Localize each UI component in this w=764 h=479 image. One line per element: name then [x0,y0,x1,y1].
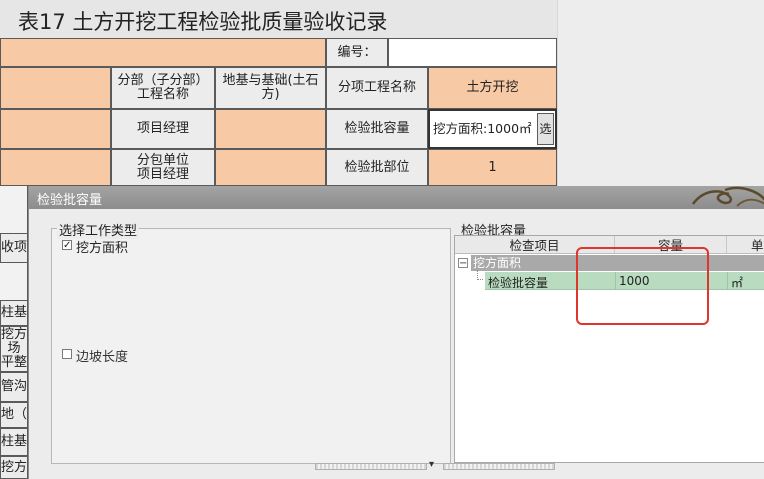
left-clip-item: 柱基 [0,300,28,326]
batch-capacity-dialog: 检验批容量 选择工作类型 ✓ 挖方面积 边坡长度 检验批容量 检查项目 容量 单… [28,186,764,479]
form-cell [0,109,111,149]
area-checkbox[interactable]: ✓ [62,240,72,251]
slope-checkbox[interactable] [62,349,72,359]
subitem-name-label: 分项工程名称 [326,67,428,109]
column-header-unit[interactable]: 单 [727,236,764,254]
project-manager-label: 项目经理 [111,109,215,149]
highlight-box [576,247,709,325]
slope-checkbox-label: 边坡长度 [76,350,129,365]
splitter-grip[interactable] [443,463,555,470]
number-row-fill [0,38,326,67]
form-cell [0,149,111,186]
cell-divider [727,272,728,290]
chevron-down-icon[interactable]: ▾ [429,459,434,470]
form-cell [0,67,111,109]
dialog-title: 检验批容量 [37,193,103,208]
ornament-icon [691,186,764,207]
row-unit-value: ㎡ [731,276,744,290]
dialog-titlebar[interactable]: 检验批容量 [29,186,764,209]
group-row-label: 挖方面积 [473,256,522,270]
number-field[interactable] [388,38,557,67]
batch-location-value[interactable]: 1 [428,149,557,186]
select-button[interactable]: 选 [537,113,554,145]
left-clip-item: 柱基 [0,428,28,456]
subdivision-name-label: 分部（子分部） 工程名称 [111,67,215,109]
tree-line [477,270,483,280]
left-clip-item: 挖方 [0,456,28,479]
left-clip-item: 管沟 [0,372,28,402]
left-clip-item: 地（路 [0,402,28,428]
sub-manager-label: 分包单位 项目经理 [111,149,215,186]
foundation-label: 地基与基础(土石 方) [215,67,326,109]
splitter-grip[interactable] [315,463,427,470]
left-clip-item: 挖方场 平整 [0,326,28,372]
area-checkbox-label: 挖方面积 [76,241,129,256]
subitem-name-value[interactable]: 土方开挖 [428,67,557,109]
form-title: 表17 土方开挖工程检验批质量验收记录 [18,10,388,34]
number-label: 编号： [326,38,388,67]
batch-location-label: 检验批部位 [326,149,428,186]
left-clip-item: 收项目 [0,233,28,263]
sub-manager-value[interactable] [215,149,326,186]
project-manager-value[interactable] [215,109,326,149]
batch-capacity-label: 检验批容量 [326,109,428,149]
batch-capacity-value: 挖方面积:1000㎡ [433,121,532,136]
blank-side-panel [557,0,764,186]
collapse-toggle[interactable]: − [458,258,468,269]
row-item-name: 检验批容量 [488,276,549,290]
